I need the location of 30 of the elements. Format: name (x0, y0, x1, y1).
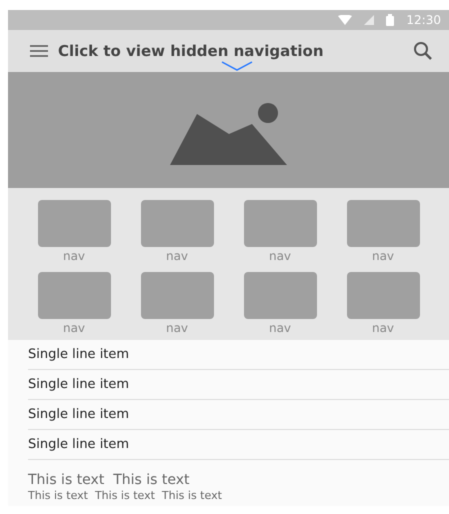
status-time: 12:30 (406, 12, 441, 29)
battery-icon (386, 14, 394, 26)
image-placeholder-icon (170, 103, 288, 165)
tile-placeholder-icon (244, 200, 316, 247)
tile-placeholder-icon (244, 272, 316, 319)
tile-placeholder-icon (346, 200, 420, 247)
nav-tile-button[interactable]: nav (38, 272, 110, 340)
app-bar-title[interactable]: Click to view hidden navigation (58, 40, 324, 62)
tile-placeholder-icon (346, 272, 420, 319)
search-icon[interactable] (413, 41, 433, 61)
tile-placeholder-icon (140, 272, 214, 319)
tile-placeholder-icon (38, 200, 110, 247)
list-item[interactable]: Single line item (28, 370, 449, 400)
nav-tile-button[interactable]: nav (141, 272, 213, 340)
menu-icon[interactable] (30, 44, 48, 58)
wifi-icon (338, 15, 352, 25)
list-item[interactable]: Single line item (28, 400, 449, 430)
nav-tile-button[interactable]: nav (141, 200, 213, 268)
list-item[interactable]: Single line item (28, 340, 449, 370)
signal-icon (364, 15, 374, 25)
nav-tile-button[interactable]: nav (244, 272, 316, 340)
secondary-text: This is text This is text This is text (28, 489, 223, 503)
tile-placeholder-icon (140, 200, 214, 247)
tile-placeholder-icon (38, 272, 110, 319)
nav-tile-button[interactable]: nav (347, 272, 419, 340)
nav-tile-button[interactable]: nav (244, 200, 316, 268)
primary-text: This is text This is text (28, 472, 191, 489)
nav-tile-button[interactable]: nav (38, 200, 110, 268)
nav-tile-button[interactable]: nav (347, 200, 419, 268)
chevron-down-icon[interactable] (221, 61, 253, 71)
